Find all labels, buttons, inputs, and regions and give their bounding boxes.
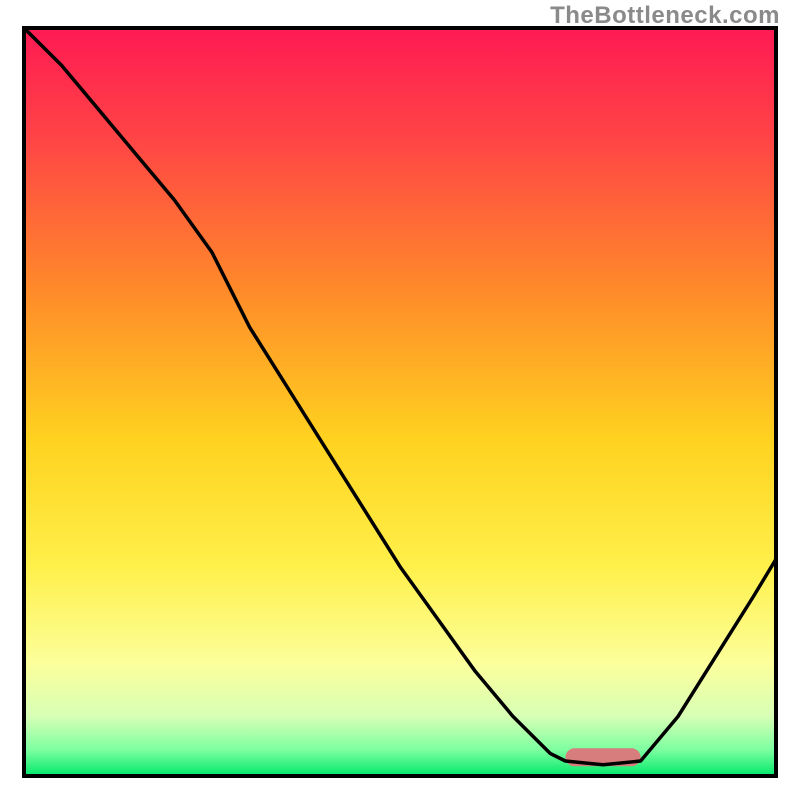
chart-svg [0, 0, 800, 800]
bottleneck-chart: TheBottleneck.com [0, 0, 800, 800]
watermark-text: TheBottleneck.com [550, 2, 780, 30]
gradient-background [24, 28, 776, 776]
